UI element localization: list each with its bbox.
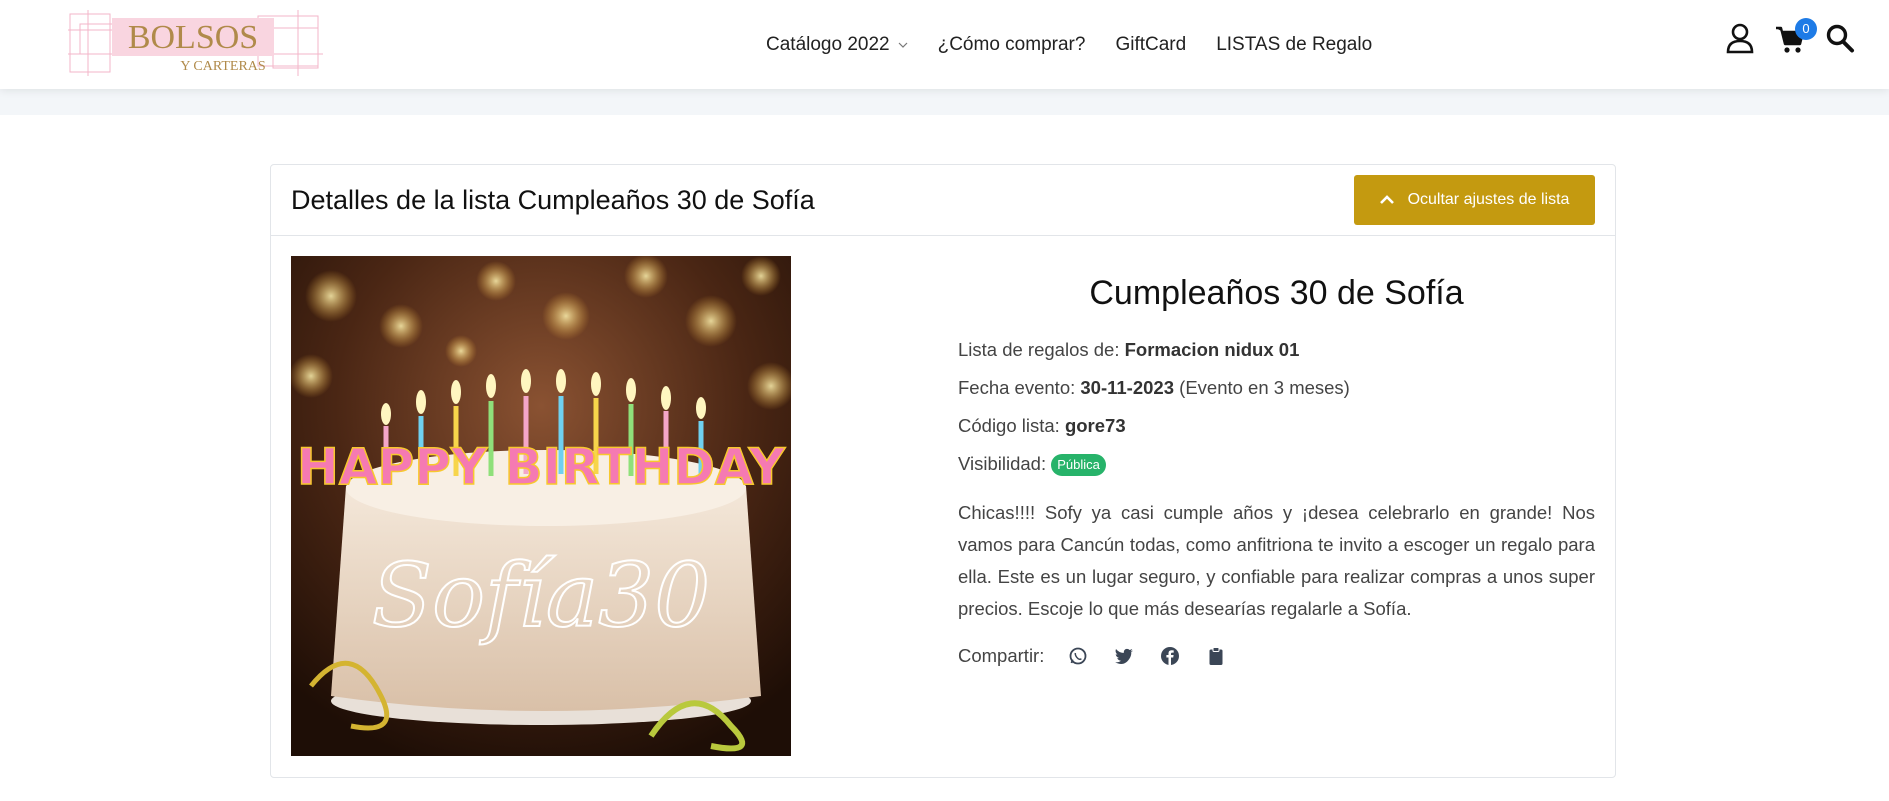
nav-como-comprar[interactable]: ¿Cómo comprar? [938,34,1086,56]
list-code-label: Código lista: [958,415,1060,436]
chevron-up-icon [1379,195,1394,204]
user-icon[interactable] [1725,22,1755,54]
main-nav: Catálogo 2022 ¿Cómo comprar? GiftCard LI… [766,0,1402,89]
list-heading: Cumpleaños 30 de Sofía [1089,274,1464,312]
clipboard-icon[interactable] [1206,646,1226,666]
list-details-card: Detalles de la lista Cumpleaños 30 de So… [270,164,1616,778]
share-label: Compartir: [958,645,1045,666]
share-row: Compartir: [958,645,1595,667]
nav-giftcard[interactable]: GiftCard [1115,34,1186,56]
site-header: BOLSOS Y CARTERAS Catálogo 2022 ¿Cómo co… [0,0,1889,89]
whatsapp-icon[interactable] [1068,646,1088,666]
logo-subtext: Y CARTERAS [180,59,265,74]
card-header: Detalles de la lista Cumpleaños 30 de So… [271,165,1615,236]
event-date-label: Fecha evento: [958,377,1076,398]
twitter-icon[interactable] [1114,646,1134,666]
list-info: Cumpleaños 30 de Sofía Lista de regalos … [958,256,1595,667]
birthday-cake-photo: HAPPY BIRTHDAY Sofía30 [291,256,791,756]
sofia-30-script: Sofía30 [372,544,710,647]
card-title: Detalles de la lista Cumpleaños 30 de So… [291,185,815,215]
site-logo[interactable]: BOLSOS Y CARTERAS [68,10,323,76]
hide-list-settings-button[interactable]: Ocultar ajustes de lista [1354,175,1595,225]
list-description: Chicas!!!! Sofy ya casi cumple años y ¡d… [958,502,1595,619]
list-code-value: gore73 [1064,415,1126,436]
event-date-value: 30-11-2023 [1080,377,1175,398]
visibility-label: Visibilidad: [958,453,1047,474]
cart-count-badge: 0 [1795,18,1817,40]
chevron-down-icon [898,42,908,48]
happy-birthday-candles: HAPPY BIRTHDAY [297,438,786,496]
header-divider-strip [0,89,1889,115]
owner-label: Lista de regalos de: [958,339,1120,360]
event-date-row: Fecha evento: 30-11-2023 (Evento en 3 me… [958,369,1595,407]
list-code-row: Código lista: gore73 [958,407,1595,445]
cart-button[interactable]: 0 [1775,18,1817,54]
event-date-note: (Evento en 3 meses) [1179,377,1350,398]
visibility-badge: Pública [1051,454,1106,477]
hide-list-settings-label: Ocultar ajustes de lista [1407,191,1570,208]
nav-catalogo-label: Catálogo 2022 [766,33,890,55]
owner-value: Formacion nidux 01 [1124,339,1300,360]
nav-listas-regalo[interactable]: LISTAS de Regalo [1216,34,1372,56]
header-actions: 0 [1705,18,1855,54]
search-icon[interactable] [1825,22,1855,54]
facebook-icon[interactable] [1160,646,1180,666]
owner-row: Lista de regalos de: Formacion nidux 01 [958,331,1595,369]
nav-catalogo[interactable]: Catálogo 2022 [766,34,908,56]
logo-text: BOLSOS [128,19,258,56]
visibility-row: Visibilidad: Pública [958,445,1595,483]
